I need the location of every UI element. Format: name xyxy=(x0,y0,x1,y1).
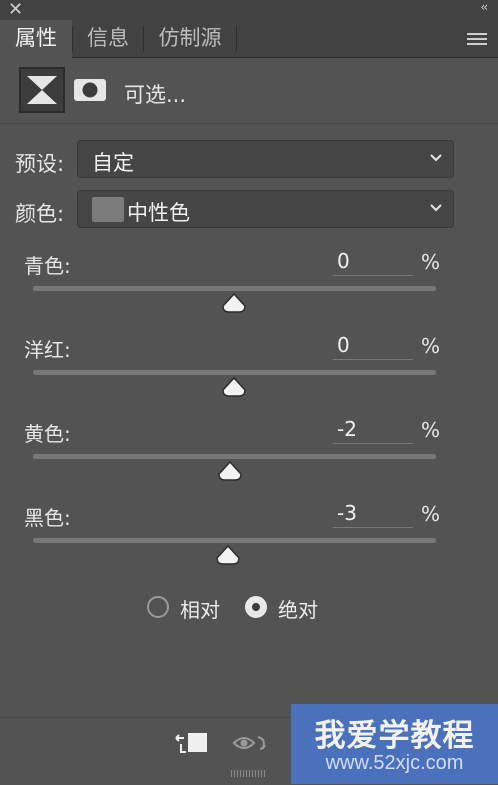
magenta-slider-thumb[interactable] xyxy=(221,376,247,398)
method-options: 相对 绝对 xyxy=(0,592,498,624)
relative-label[interactable]: 相对 xyxy=(180,594,220,623)
black-unit: % xyxy=(421,502,441,526)
yellow-slider-thumb[interactable] xyxy=(217,460,243,482)
colors-label: 颜色: xyxy=(15,202,65,226)
color-swatch xyxy=(92,197,124,222)
clip-to-layer-icon[interactable] xyxy=(172,730,210,756)
watermark: 我爱学教程 www.52xjc.com xyxy=(291,704,498,784)
chevron-down-icon xyxy=(430,204,442,212)
tab-clone-source[interactable]: 仿制源 xyxy=(144,20,236,57)
preset-value: 自定 xyxy=(92,151,134,175)
chevron-down-icon xyxy=(430,154,442,162)
magenta-unit: % xyxy=(421,334,441,358)
magenta-label: 洋红: xyxy=(24,338,71,362)
panel-menu-icon[interactable] xyxy=(467,33,487,47)
relative-radio[interactable] xyxy=(147,596,169,618)
layer-mask-icon[interactable] xyxy=(72,70,108,110)
absolute-label[interactable]: 绝对 xyxy=(278,594,318,623)
panel-header-bar: ✕ ‹‹ xyxy=(0,0,498,20)
colors-dropdown[interactable]: 中性色 xyxy=(77,190,454,228)
yellow-slider-track[interactable] xyxy=(33,454,436,459)
absolute-radio[interactable] xyxy=(245,596,267,618)
magenta-slider-track[interactable] xyxy=(33,370,436,375)
resize-grip[interactable] xyxy=(231,770,267,777)
view-previous-state-icon[interactable] xyxy=(232,730,270,756)
black-slider-thumb[interactable] xyxy=(215,544,241,566)
close-icon[interactable]: ✕ xyxy=(8,0,23,20)
selective-color-adjustment-icon[interactable] xyxy=(19,67,65,113)
tab-info[interactable]: 信息 xyxy=(73,20,143,57)
cyan-slider-track[interactable] xyxy=(33,286,436,291)
preset-label: 预设: xyxy=(15,152,65,176)
cyan-slider-thumb[interactable] xyxy=(221,292,247,314)
preset-dropdown[interactable]: 自定 xyxy=(77,140,454,178)
watermark-url: www.52xjc.com xyxy=(325,752,464,774)
black-value-input[interactable]: -3 xyxy=(333,499,413,528)
tab-properties[interactable]: 属性 xyxy=(0,20,72,58)
yellow-unit: % xyxy=(421,418,441,442)
collapse-panel-icon[interactable]: ‹‹ xyxy=(480,0,487,14)
cyan-label: 青色: xyxy=(24,254,71,278)
adjustment-title: 可选... xyxy=(124,83,187,107)
black-label: 黑色: xyxy=(24,506,71,530)
yellow-label: 黄色: xyxy=(24,422,71,446)
cyan-value-input[interactable]: 0 xyxy=(333,247,413,276)
watermark-title: 我爱学教程 xyxy=(314,718,475,754)
yellow-value-input[interactable]: -2 xyxy=(333,415,413,444)
cyan-unit: % xyxy=(421,250,441,274)
magenta-value-input[interactable]: 0 xyxy=(333,331,413,360)
panel-tabs: 属性 信息 仿制源 xyxy=(0,20,498,58)
colors-value: 中性色 xyxy=(127,201,190,225)
black-slider-track[interactable] xyxy=(33,538,436,543)
tab-divider xyxy=(236,26,237,52)
